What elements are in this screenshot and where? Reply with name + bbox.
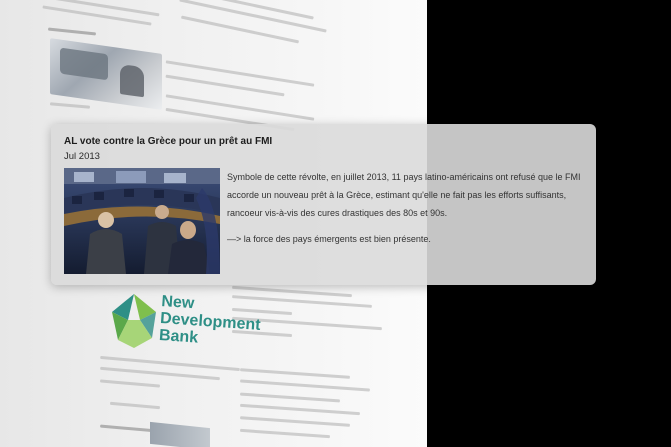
ndb-logo-text: New Development Bank xyxy=(158,293,262,347)
background-photo xyxy=(50,38,162,110)
ndb-logo-icon xyxy=(112,294,156,348)
info-card: AL vote contre la Grèce pour un prêt au … xyxy=(51,124,596,285)
background-photo-small xyxy=(150,421,210,447)
card-note: —> la force des pays émergents est bien … xyxy=(227,234,431,244)
meeting-photo xyxy=(64,168,220,274)
card-title: AL vote contre la Grèce pour un prêt au … xyxy=(64,136,273,147)
presentation-stage: New Development Bank AL vote contre la G… xyxy=(0,0,671,447)
card-body: Symbole de cette révolte, en juillet 201… xyxy=(227,172,581,218)
card-date: Jul 2013 xyxy=(64,151,100,162)
